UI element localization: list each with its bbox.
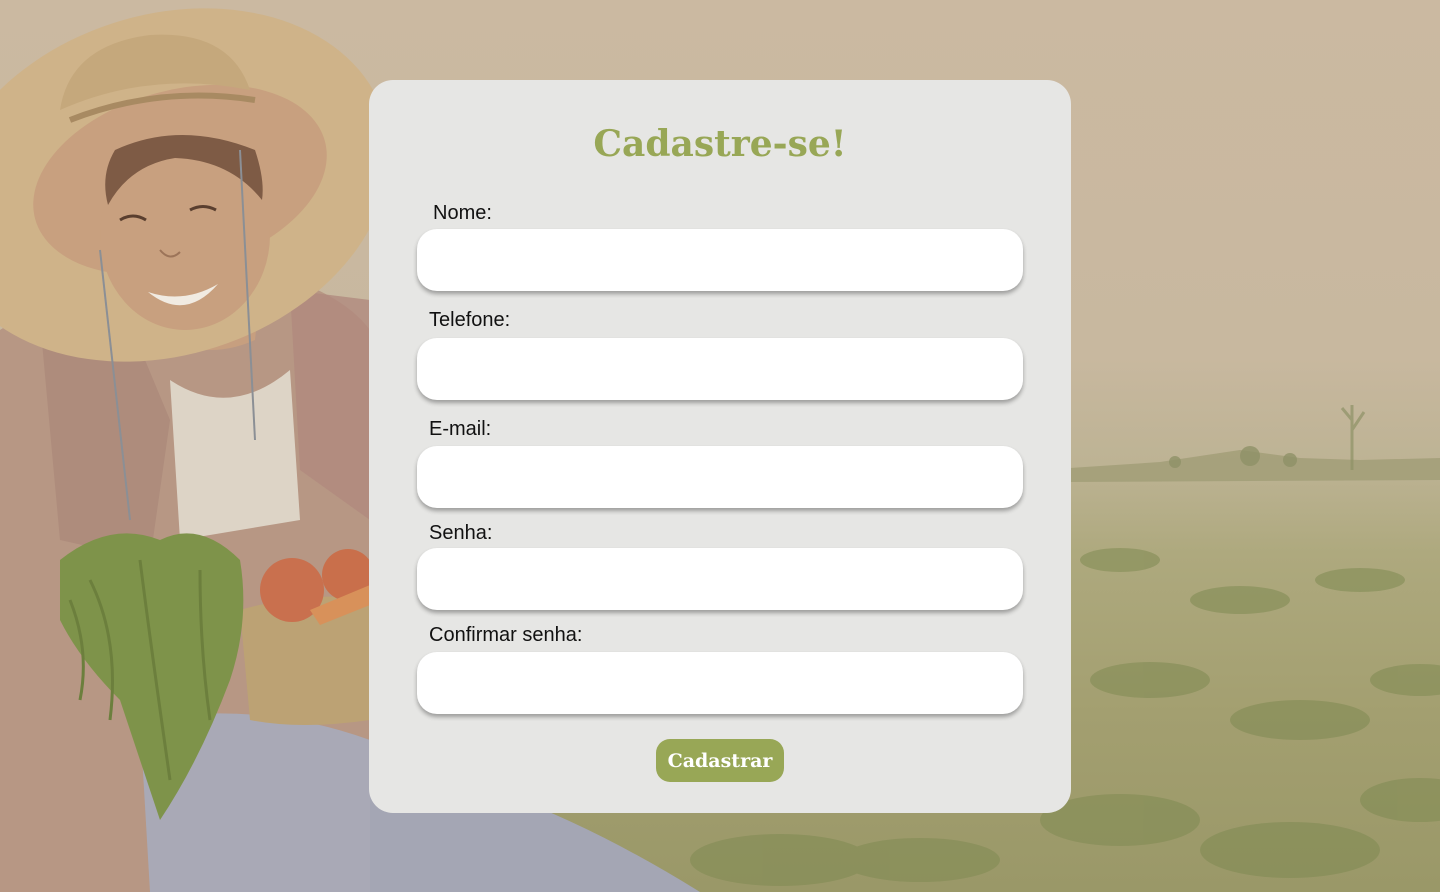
signup-card: Cadastre-se! Nome: Telefone: E-mail: Sen… — [369, 80, 1071, 813]
confirm-password-field[interactable] — [417, 652, 1023, 714]
confirm-password-label: Confirmar senha: — [429, 624, 583, 646]
phone-label: Telefone: — [429, 309, 511, 331]
phone-field[interactable] — [417, 338, 1023, 400]
email-field[interactable] — [417, 446, 1023, 508]
email-label: E-mail: — [429, 418, 492, 440]
submit-button[interactable]: Cadastrar — [656, 739, 784, 782]
password-label: Senha: — [429, 522, 493, 544]
name-field[interactable] — [417, 229, 1023, 291]
name-label: Nome: — [433, 202, 492, 224]
page-title: Cadastre-se! — [593, 123, 847, 165]
password-field[interactable] — [417, 548, 1023, 610]
